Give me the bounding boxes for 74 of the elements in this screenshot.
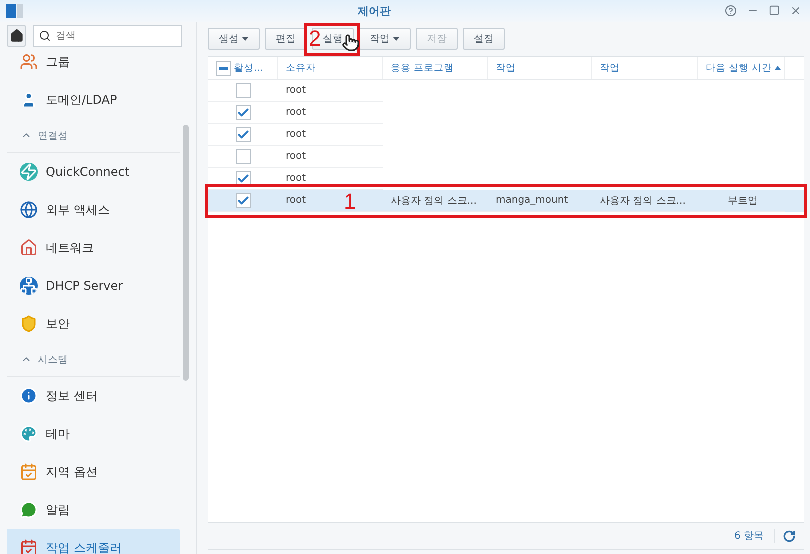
maximize-icon[interactable] <box>769 5 780 16</box>
toolbar-button[interactable]: 작업 <box>359 28 411 50</box>
palette-icon <box>20 425 38 443</box>
search-icon <box>39 30 51 42</box>
column-header[interactable]: 소유자 <box>278 57 383 79</box>
sidebar-item[interactable]: 정보 센터 <box>7 377 180 415</box>
sidebar-item[interactable]: 알림 <box>7 491 180 529</box>
table-cell: 부트업 <box>698 190 785 212</box>
toolbar-button[interactable]: 생성 <box>208 28 260 50</box>
sidebar-item[interactable]: 그룹 <box>7 47 180 81</box>
table-row[interactable]: root <box>208 146 804 168</box>
sidebar-item[interactable]: 도메인/LDAP <box>7 81 180 119</box>
table-cell: root <box>278 102 383 124</box>
sidebar-item[interactable]: 작업 스케줄러 <box>7 529 180 554</box>
table-row[interactable]: root <box>208 80 804 102</box>
column-label: 작업 <box>496 62 516 74</box>
annotation-number: 1 <box>344 191 356 213</box>
sidebar-item[interactable]: 외부 액세스 <box>7 191 180 229</box>
table-cell: root <box>278 124 383 146</box>
table-cell: root <box>278 146 383 168</box>
checkbox[interactable] <box>236 127 250 142</box>
home-icon <box>10 29 24 43</box>
home-button[interactable] <box>7 25 26 47</box>
checkbox[interactable] <box>236 83 250 98</box>
column-label: 활성... <box>234 62 264 74</box>
annotation-frame <box>304 23 360 56</box>
annotation-number: 2 <box>309 28 322 50</box>
close-icon[interactable] <box>790 5 802 17</box>
table-cell: 사용자 정의 스크... <box>383 190 488 212</box>
hand-cursor-icon <box>342 34 360 52</box>
scrollbar-thumb[interactable] <box>183 125 189 381</box>
cloud-bolt-icon <box>20 163 38 181</box>
column-label: 소유자 <box>286 62 316 74</box>
column-header[interactable]: 작업 <box>488 57 592 79</box>
toolbar-button[interactable]: 설정 <box>463 28 505 50</box>
house-icon <box>20 239 38 257</box>
info-icon <box>20 387 38 405</box>
help-icon[interactable] <box>725 5 737 17</box>
table-cell: manga_mount <box>488 190 592 212</box>
chat-icon <box>20 501 38 519</box>
network-icon <box>20 277 38 295</box>
app-icon <box>6 3 24 19</box>
table-row[interactable]: root <box>208 102 804 124</box>
column-header[interactable]: 작업 <box>592 57 698 79</box>
select-all-checkbox[interactable] <box>216 60 231 76</box>
people-icon <box>20 53 38 71</box>
section-header[interactable]: 시스템 <box>7 343 180 377</box>
sidebar-item[interactable]: DHCP Server <box>7 267 180 305</box>
shield-icon <box>20 315 38 333</box>
section-header[interactable]: 연결성 <box>7 119 180 153</box>
sidebar-item[interactable]: 네트워크 <box>7 229 180 267</box>
table-cell: root <box>278 80 383 102</box>
sidebar-item[interactable]: 지역 옵션 <box>7 453 180 491</box>
column-label: 작업 <box>600 62 620 74</box>
globe-icon <box>20 201 38 219</box>
sidebar-item[interactable]: QuickConnect <box>7 153 180 191</box>
checkbox[interactable] <box>236 193 250 208</box>
checkbox[interactable] <box>236 105 250 120</box>
checkbox[interactable] <box>236 149 250 164</box>
sidebar-item[interactable]: 보안 <box>7 305 180 343</box>
window-title: 제어판 <box>357 4 392 18</box>
search-field[interactable]: 검색 <box>33 25 182 47</box>
table-cell: 사용자 정의 스크... <box>592 190 698 212</box>
column-header[interactable]: 응용 프로그램 <box>383 57 488 79</box>
table-row[interactable]: root 1 사용자 정의 스크... manga_mount 사용자 정의 스크... 부트업 <box>208 190 804 212</box>
column-header[interactable]: 다음 실행 시간 <box>698 57 785 79</box>
calendar-check-icon <box>20 539 38 554</box>
sidebar-item[interactable]: 테마 <box>7 415 180 453</box>
column-header[interactable]: 활성... <box>208 57 278 79</box>
toolbar-button[interactable]: 편집 <box>265 28 307 50</box>
item-count: 6 항목 <box>734 529 775 543</box>
column-label: 다음 실행 시간 <box>706 62 772 74</box>
column-label: 응용 프로그램 <box>391 62 454 74</box>
table-row[interactable]: root <box>208 124 804 146</box>
